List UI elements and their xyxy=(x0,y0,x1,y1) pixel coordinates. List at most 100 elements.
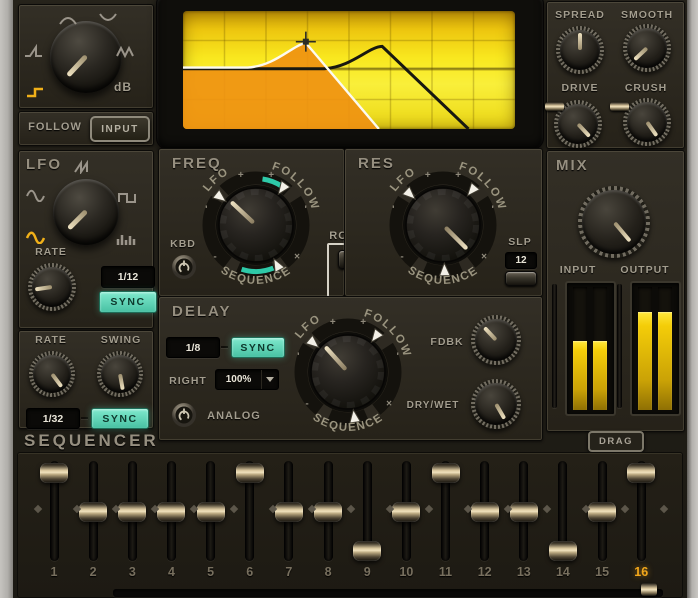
seq-step-number-8: 8 xyxy=(312,565,344,579)
random-steps-icon[interactable] xyxy=(116,232,138,246)
slp-value[interactable]: 12 xyxy=(505,252,537,269)
seq-step-number-12: 12 xyxy=(469,565,501,579)
seq-step-number-16: 16 xyxy=(625,565,657,579)
input-meter xyxy=(565,281,616,416)
sequencer-field: 12345678910111213141516 xyxy=(17,452,683,598)
seq-slider-handle-2[interactable] xyxy=(79,502,107,522)
lfo-rate-value[interactable]: 1/12 xyxy=(101,266,155,288)
sequencer-scroll-strip[interactable] xyxy=(113,589,663,597)
seq-sync-button[interactable]: SYNC xyxy=(91,408,149,429)
seq-slider-handle-16[interactable] xyxy=(627,463,655,483)
seq-slider-handle-8[interactable] xyxy=(314,502,342,522)
triangle-wave-icon[interactable] xyxy=(116,44,136,58)
analog-power-button[interactable] xyxy=(171,402,197,433)
seq-slider-handle-12[interactable] xyxy=(471,502,499,522)
seq-slider-handle-11[interactable] xyxy=(432,463,460,483)
swing-label: SWING xyxy=(94,334,148,346)
svg-text:': ' xyxy=(397,351,399,362)
lfo-title: LFO xyxy=(26,156,62,173)
spread-label: SPREAD xyxy=(548,9,612,21)
step-marker-diamond xyxy=(621,505,629,513)
crush-knob[interactable] xyxy=(623,98,671,146)
seq-slider-handle-5[interactable] xyxy=(197,502,225,522)
desktop-edge-right xyxy=(687,0,698,598)
output-meter-bar-right xyxy=(658,312,672,410)
seq-step-number-5: 5 xyxy=(195,565,227,579)
step-wave-icon-selected[interactable] xyxy=(26,84,46,98)
seq-step-number-1: 1 xyxy=(38,565,70,579)
output-trim-handle[interactable] xyxy=(610,102,629,111)
seq-slider-handle-13[interactable] xyxy=(510,502,538,522)
svg-text:-: - xyxy=(213,252,216,263)
lfo-rate-knob[interactable] xyxy=(28,263,76,311)
seq-step-number-10: 10 xyxy=(390,565,422,579)
output-meter-bar-left xyxy=(638,312,652,410)
input-trim-handle[interactable] xyxy=(545,102,564,111)
svg-text:': ' xyxy=(297,351,299,362)
delay-knob[interactable]: ++''-× LFO FOLLOW SEQUENCE xyxy=(273,297,423,447)
delay-time-value[interactable]: 1/8 xyxy=(166,337,220,358)
seq-slider-handle-9[interactable] xyxy=(353,541,381,561)
sequencer-scroll-handle[interactable] xyxy=(641,583,657,596)
seq-slider-handle-10[interactable] xyxy=(392,502,420,522)
saw-wave-icon[interactable] xyxy=(74,160,94,174)
lfo-sync-button[interactable]: SYNC xyxy=(99,291,157,313)
output-trim-track[interactable] xyxy=(617,284,622,408)
delay-amount-value: 100% xyxy=(216,370,261,389)
filter-display-screen[interactable] xyxy=(183,11,515,129)
desktop-edge-left xyxy=(0,0,13,598)
follow-label: FOLLOW xyxy=(24,121,86,133)
seq-slider-handle-3[interactable] xyxy=(118,502,146,522)
arch-wave-icon[interactable] xyxy=(58,12,78,26)
spread-knob[interactable] xyxy=(556,26,604,74)
svg-text:': ' xyxy=(492,204,494,215)
sequencer-title: SEQUENCER xyxy=(24,431,159,451)
svg-text:×: × xyxy=(386,399,392,410)
input-meter-bar-right xyxy=(593,341,607,410)
ramp-wave-icon[interactable] xyxy=(24,44,44,58)
delay-amount-dropdown[interactable]: 100% xyxy=(215,369,279,390)
drag-button[interactable]: DRAG xyxy=(588,431,644,452)
slp-label: SLP xyxy=(503,236,537,248)
svg-text:+: + xyxy=(425,170,431,181)
seq-rate-knob[interactable] xyxy=(29,351,75,397)
seq-step-number-11: 11 xyxy=(430,565,462,579)
mix-knob[interactable] xyxy=(578,186,650,258)
input-button[interactable]: INPUT xyxy=(90,116,150,142)
input-trim-track[interactable] xyxy=(552,284,557,408)
seq-slider-handle-4[interactable] xyxy=(157,502,185,522)
step-marker-diamond xyxy=(34,505,42,513)
svg-text:×: × xyxy=(294,252,300,263)
seq-slider-handle-6[interactable] xyxy=(236,463,264,483)
seq-slider-handle-7[interactable] xyxy=(275,502,303,522)
swing-knob[interactable] xyxy=(97,351,143,397)
seq-slider-handle-14[interactable] xyxy=(549,541,577,561)
seq-slider-handle-1[interactable] xyxy=(40,463,68,483)
seq-step-number-15: 15 xyxy=(586,565,618,579)
freq-knob[interactable]: ++''-× LFO FOLLOW SEQUENCE xyxy=(181,150,331,300)
valley-wave-icon[interactable] xyxy=(98,12,118,26)
delay-title: DELAY xyxy=(172,303,231,320)
smooth-knob[interactable] xyxy=(623,24,671,72)
seq-step-number-4: 4 xyxy=(155,565,187,579)
drywet-knob[interactable] xyxy=(471,379,521,429)
input-label: INPUT xyxy=(548,264,608,276)
sine-wave-icon-selected[interactable] xyxy=(26,230,46,244)
fdbk-knob[interactable] xyxy=(471,315,521,365)
output-label: OUTPUT xyxy=(612,264,678,276)
seq-rate-value[interactable]: 1/32 xyxy=(26,408,80,429)
kbd-power-button[interactable] xyxy=(171,254,197,285)
svg-text:-: - xyxy=(305,399,308,410)
slp-button[interactable] xyxy=(505,271,537,286)
svg-text:': ' xyxy=(205,204,207,215)
step-marker-diamond xyxy=(543,505,551,513)
svg-text:-: - xyxy=(400,252,403,263)
square-wave-icon[interactable] xyxy=(118,190,138,204)
kbd-label: KBD xyxy=(162,238,204,250)
svg-text:+: + xyxy=(238,170,244,181)
res-knob[interactable]: ++''-× LFO FOLLOW SEQUENCE xyxy=(368,150,518,300)
sine-wave-icon[interactable] xyxy=(26,188,46,202)
lfo-wave-knob[interactable] xyxy=(53,179,119,245)
analog-label: ANALOG xyxy=(203,410,265,422)
seq-slider-handle-15[interactable] xyxy=(588,502,616,522)
